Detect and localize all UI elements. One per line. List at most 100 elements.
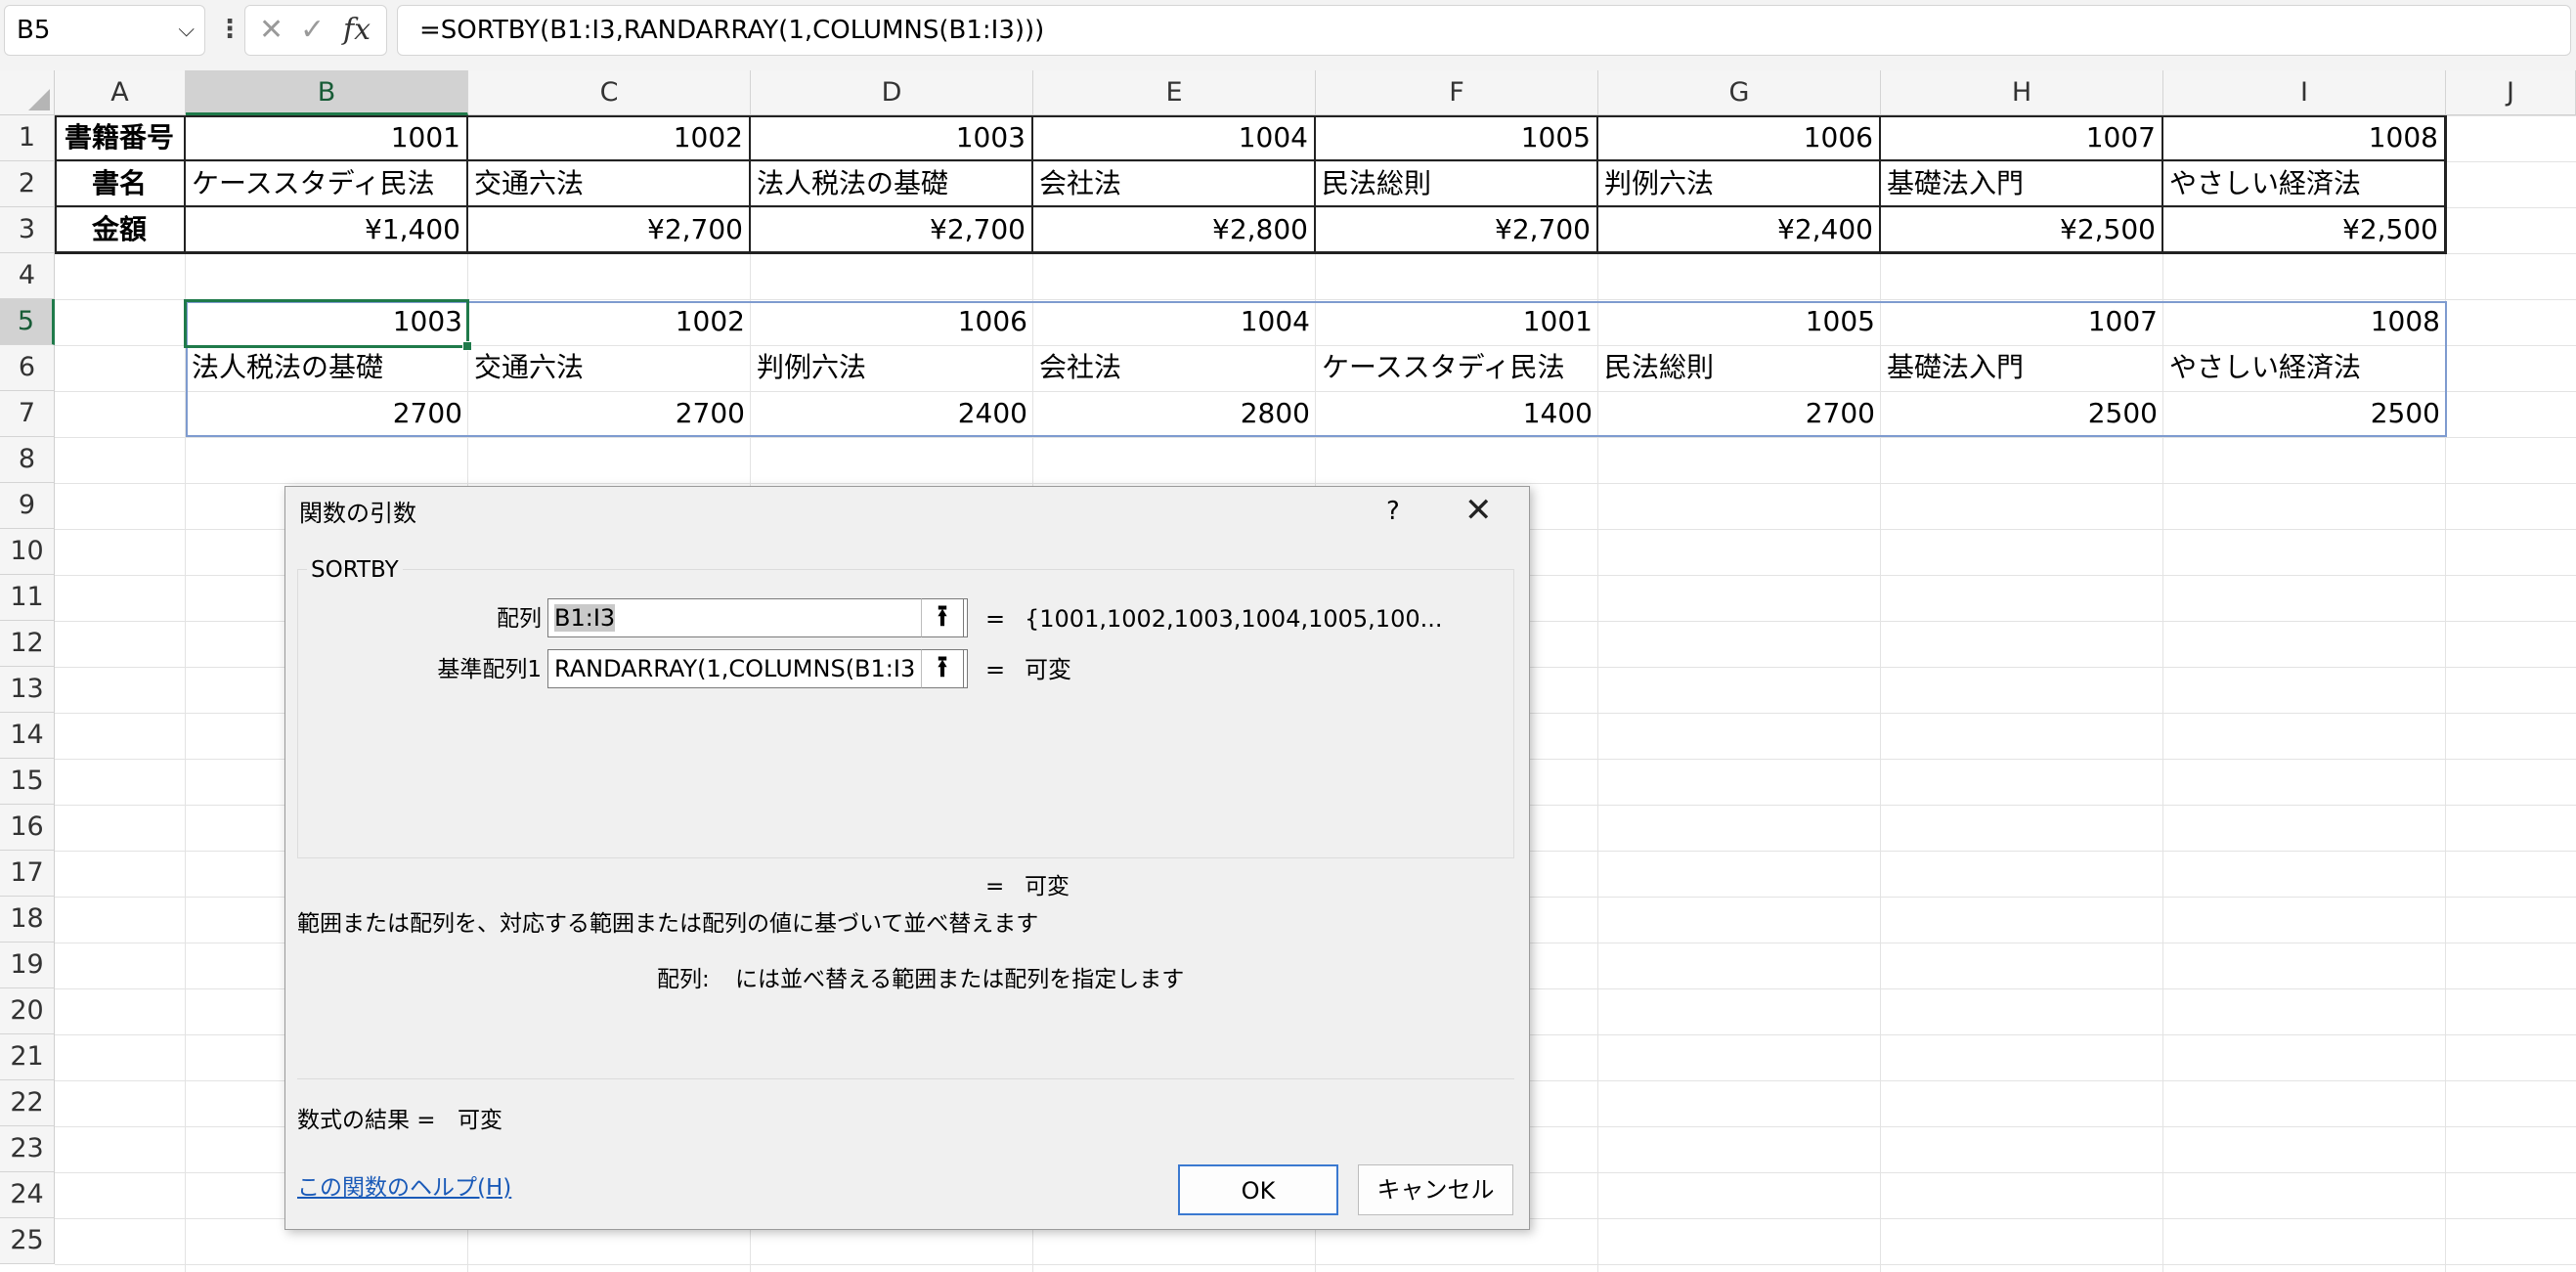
cell-id-2[interactable]: 1002 <box>468 115 751 161</box>
column-header-d[interactable]: D <box>751 70 1033 115</box>
result-title-5[interactable]: ケーススタディ民法 <box>1316 345 1598 391</box>
help-icon[interactable]: ? <box>1386 495 1400 528</box>
arg2-collapse-icon[interactable]: ⭱ <box>921 649 964 688</box>
result-id-2[interactable]: 1002 <box>468 299 751 345</box>
row-header-8[interactable]: 8 <box>0 437 55 483</box>
cell-a3[interactable]: 金額 <box>55 207 186 253</box>
row-header-23[interactable]: 23 <box>0 1126 55 1172</box>
row-header-20[interactable]: 20 <box>0 988 55 1034</box>
row-header-1[interactable]: 1 <box>0 115 55 161</box>
arg1-collapse-icon[interactable]: ⭱ <box>921 598 964 637</box>
row-header-22[interactable]: 22 <box>0 1080 55 1126</box>
result-price-1[interactable]: 2700 <box>186 391 468 437</box>
result-title-6[interactable]: 民法総則 <box>1598 345 1881 391</box>
row-header-9[interactable]: 9 <box>0 483 55 529</box>
cell-a1[interactable]: 書籍番号 <box>55 115 186 161</box>
column-header-c[interactable]: C <box>468 70 751 115</box>
cell-title-2[interactable]: 交通六法 <box>468 161 751 207</box>
cell-price-2[interactable]: ¥2,700 <box>468 207 751 253</box>
arg2-input[interactable]: RANDARRAY(1,COLUMNS(B1:I3 <box>547 649 968 688</box>
result-title-3[interactable]: 判例六法 <box>751 345 1033 391</box>
row-header-14[interactable]: 14 <box>0 713 55 759</box>
fx-icon[interactable]: fx <box>343 14 371 47</box>
cell-title-5[interactable]: 民法総則 <box>1316 161 1598 207</box>
cell-title-7[interactable]: 基礎法入門 <box>1881 161 2163 207</box>
column-header-f[interactable]: F <box>1316 70 1598 115</box>
row-header-3[interactable]: 3 <box>0 207 55 253</box>
row-header-2[interactable]: 2 <box>0 161 55 207</box>
cell-title-1[interactable]: ケーススタディ民法 <box>186 161 468 207</box>
row-header-10[interactable]: 10 <box>0 529 55 575</box>
row-header-17[interactable]: 17 <box>0 851 55 897</box>
select-all-corner[interactable] <box>0 70 55 115</box>
result-title-1[interactable]: 法人税法の基礎 <box>186 345 468 391</box>
result-price-4[interactable]: 2800 <box>1033 391 1316 437</box>
result-title-4[interactable]: 会社法 <box>1033 345 1316 391</box>
result-title-8[interactable]: やさしい経済法 <box>2163 345 2446 391</box>
function-help-link[interactable]: この関数のヘルプ(H) <box>297 1173 511 1203</box>
result-id-8[interactable]: 1008 <box>2163 299 2446 345</box>
ok-button[interactable]: OK <box>1178 1164 1338 1215</box>
cell-id-5[interactable]: 1005 <box>1316 115 1598 161</box>
cell-id-7[interactable]: 1007 <box>1881 115 2163 161</box>
formula-input[interactable]: =SORTBY(B1:I3,RANDARRAY(1,COLUMNS(B1:I3)… <box>397 5 2571 56</box>
cell-title-4[interactable]: 会社法 <box>1033 161 1316 207</box>
result-price-5[interactable]: 1400 <box>1316 391 1598 437</box>
cell-price-4[interactable]: ¥2,800 <box>1033 207 1316 253</box>
result-id-5[interactable]: 1001 <box>1316 299 1598 345</box>
row-header-7[interactable]: 7 <box>0 391 55 437</box>
row-header-21[interactable]: 21 <box>0 1034 55 1080</box>
column-header-e[interactable]: E <box>1033 70 1316 115</box>
cell-id-8[interactable]: 1008 <box>2163 115 2446 161</box>
cell-price-5[interactable]: ¥2,700 <box>1316 207 1598 253</box>
row-header-12[interactable]: 12 <box>0 621 55 667</box>
row-header-24[interactable]: 24 <box>0 1172 55 1218</box>
cell-title-6[interactable]: 判例六法 <box>1598 161 1881 207</box>
close-icon[interactable]: ✕ <box>1464 491 1493 530</box>
row-header-25[interactable]: 25 <box>0 1218 55 1264</box>
row-header-19[interactable]: 19 <box>0 943 55 988</box>
row-header-16[interactable]: 16 <box>0 805 55 851</box>
result-price-8[interactable]: 2500 <box>2163 391 2446 437</box>
result-title-2[interactable]: 交通六法 <box>468 345 751 391</box>
row-header-5[interactable]: 5 <box>0 299 55 345</box>
row-header-11[interactable]: 11 <box>0 575 55 621</box>
cell-a2[interactable]: 書名 <box>55 161 186 207</box>
result-id-3[interactable]: 1006 <box>751 299 1033 345</box>
confirm-check-icon[interactable]: ✓ <box>300 14 325 47</box>
cell-id-6[interactable]: 1006 <box>1598 115 1881 161</box>
result-id-7[interactable]: 1007 <box>1881 299 2163 345</box>
row-header-4[interactable]: 4 <box>0 253 55 299</box>
result-id-1[interactable]: 1003 <box>186 299 468 345</box>
name-box[interactable]: B5 ⌵ <box>4 5 205 56</box>
cell-id-4[interactable]: 1004 <box>1033 115 1316 161</box>
result-title-7[interactable]: 基礎法入門 <box>1881 345 2163 391</box>
result-id-6[interactable]: 1005 <box>1598 299 1881 345</box>
cell-price-7[interactable]: ¥2,500 <box>1881 207 2163 253</box>
cell-price-1[interactable]: ¥1,400 <box>186 207 468 253</box>
cell-price-3[interactable]: ¥2,700 <box>751 207 1033 253</box>
column-header-i[interactable]: I <box>2163 70 2446 115</box>
arg1-input[interactable]: B1:I3 <box>547 598 968 637</box>
chevron-down-icon[interactable]: ⌵ <box>178 6 195 55</box>
cell-price-8[interactable]: ¥2,500 <box>2163 207 2446 253</box>
cancel-button[interactable]: キャンセル <box>1358 1164 1513 1215</box>
cell-title-3[interactable]: 法人税法の基礎 <box>751 161 1033 207</box>
column-header-j[interactable]: J <box>2446 70 2576 115</box>
cell-id-1[interactable]: 1001 <box>186 115 468 161</box>
result-price-3[interactable]: 2400 <box>751 391 1033 437</box>
column-header-a[interactable]: A <box>55 70 186 115</box>
row-header-18[interactable]: 18 <box>0 897 55 943</box>
row-header-13[interactable]: 13 <box>0 667 55 713</box>
row-header-15[interactable]: 15 <box>0 759 55 805</box>
row-header-6[interactable]: 6 <box>0 345 55 391</box>
cell-title-8[interactable]: やさしい経済法 <box>2163 161 2446 207</box>
cell-price-6[interactable]: ¥2,400 <box>1598 207 1881 253</box>
column-header-b[interactable]: B <box>186 70 468 115</box>
result-id-4[interactable]: 1004 <box>1033 299 1316 345</box>
result-price-7[interactable]: 2500 <box>1881 391 2163 437</box>
cell-id-3[interactable]: 1003 <box>751 115 1033 161</box>
result-price-2[interactable]: 2700 <box>468 391 751 437</box>
column-header-g[interactable]: G <box>1598 70 1881 115</box>
cancel-x-icon[interactable]: ✕ <box>259 14 284 47</box>
